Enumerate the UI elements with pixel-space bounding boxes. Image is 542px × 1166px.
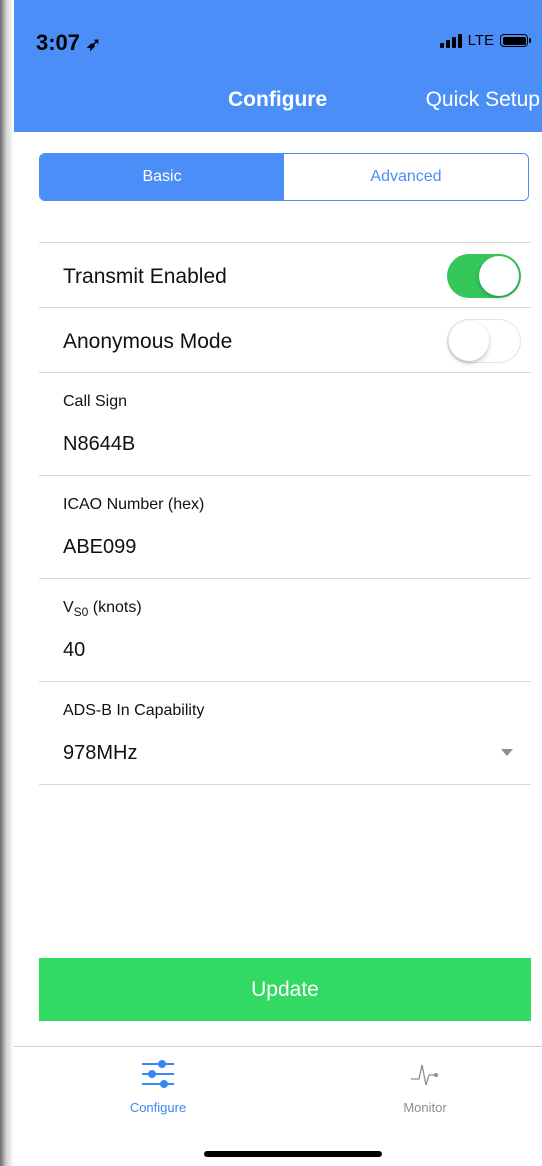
network-type: LTE [467,32,494,49]
adsb-label: ADS-B In Capability [63,702,205,719]
status-indicators: LTE [439,32,531,49]
settings-list: Transmit Enabled Anonymous Mode Call Sig… [39,242,531,785]
anonymous-mode-toggle[interactable] [447,319,521,363]
segment-basic[interactable]: Basic [40,154,284,200]
app-screen: 3:07 ➶ LTE Configure Quick Setup Basic Ad… [14,0,542,1166]
vso-row: VS0 (knots) 40 [39,578,531,681]
dropdown-caret-icon[interactable] [501,749,513,756]
transmit-enabled-row: Transmit Enabled [39,242,531,307]
home-indicator [204,1151,382,1157]
call-sign-label: Call Sign [63,393,128,410]
segment-advanced[interactable]: Advanced [284,154,528,200]
pulse-icon [411,1064,438,1086]
icao-label: ICAO Number (hex) [63,496,205,513]
transmit-enabled-toggle[interactable] [447,254,521,298]
transmit-enabled-label: Transmit Enabled [63,265,227,288]
vso-input[interactable]: 40 [63,639,85,662]
update-button[interactable]: Update [39,958,531,1021]
vso-label-main: V [63,599,74,616]
tab-monitor-label: Monitor [403,1100,447,1115]
header: 3:07 ➶ LTE Configure Quick Setup [14,0,542,132]
adsb-select[interactable]: 978MHz [63,742,137,765]
status-time-text: 3:07 [36,30,81,55]
vso-label-rest: (knots) [88,599,142,616]
call-sign-row: Call Sign N8644B [39,372,531,475]
vso-label: VS0 (knots) [63,599,142,619]
page-title: Configure [228,88,328,111]
frame-edge [0,0,14,1166]
signal-icon [439,33,462,48]
anonymous-mode-label: Anonymous Mode [63,330,233,353]
segmented-control: Basic Advanced [39,153,529,201]
status-time: 3:07 ➶ [36,30,101,56]
icao-input[interactable]: ABE099 [63,536,136,559]
tab-bar: Configure Monitor [14,1046,542,1166]
location-arrow-icon: ➶ [86,34,102,54]
tab-configure[interactable]: Configure [98,1059,218,1115]
tab-configure-label: Configure [129,1100,187,1115]
sliders-icon [142,1060,174,1088]
anonymous-mode-row: Anonymous Mode [39,307,531,372]
icao-row: ICAO Number (hex) ABE099 [39,475,531,578]
quick-setup-button[interactable]: Quick Setup [426,88,540,112]
tab-monitor[interactable]: Monitor [365,1059,485,1115]
adsb-row: ADS-B In Capability 978MHz [39,681,531,785]
battery-icon [500,34,531,47]
vso-label-sub: S0 [73,605,89,620]
call-sign-input[interactable]: N8644B [63,433,135,456]
